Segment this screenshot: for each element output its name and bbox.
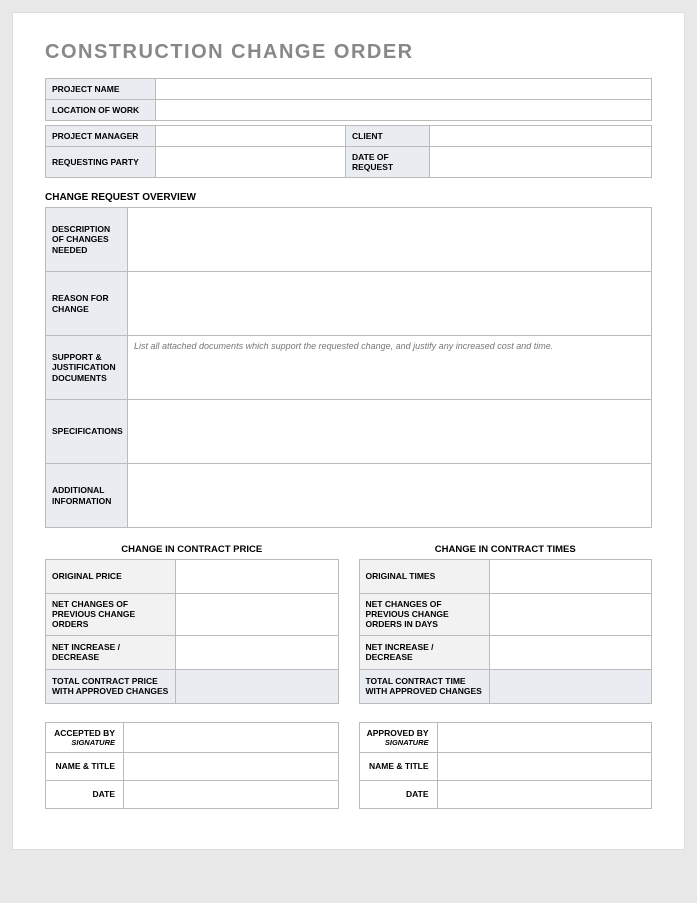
description-label: DESCRIPTION OF CHANGES NEEDED	[46, 208, 128, 272]
times-table: ORIGINAL TIMES NET CHANGES OF PREVIOUS C…	[359, 559, 653, 704]
approved-nametitle-field[interactable]	[437, 752, 652, 780]
location-field[interactable]	[156, 100, 652, 121]
accepted-by-field[interactable]	[124, 722, 339, 752]
price-title: CHANGE IN CONTRACT PRICE	[45, 544, 339, 555]
price-original-label: ORIGINAL PRICE	[46, 560, 176, 594]
times-netchanges-label: NET CHANGES OF PREVIOUS CHANGE ORDERS IN…	[359, 594, 489, 636]
accepted-signature-sub: SIGNATURE	[52, 738, 115, 747]
price-times-row: CHANGE IN CONTRACT PRICE ORIGINAL PRICE …	[45, 544, 652, 809]
accepted-by-label-text: ACCEPTED BY	[54, 728, 115, 738]
reason-label: REASON FOR CHANGE	[46, 272, 128, 336]
page-title: CONSTRUCTION CHANGE ORDER	[45, 41, 652, 64]
times-total-label: TOTAL CONTRACT TIME WITH APPROVED CHANGE…	[359, 669, 489, 703]
support-field[interactable]: List all attached documents which suppor…	[128, 336, 652, 400]
approved-signature-sub: SIGNATURE	[366, 738, 429, 747]
support-label: SUPPORT & JUSTIFICATION DOCUMENTS	[46, 336, 128, 400]
times-original-label: ORIGINAL TIMES	[359, 560, 489, 594]
project-name-field[interactable]	[156, 79, 652, 100]
requesting-party-field[interactable]	[156, 147, 346, 178]
approved-table: APPROVED BY SIGNATURE NAME & TITLE DATE	[359, 722, 653, 809]
project-manager-label: PROJECT MANAGER	[46, 126, 156, 147]
approved-by-field[interactable]	[437, 722, 652, 752]
times-netincdec-field[interactable]	[489, 635, 652, 669]
header-table: PROJECT NAME LOCATION OF WORK	[45, 78, 652, 121]
accepted-date-label: DATE	[46, 780, 124, 808]
accepted-table: ACCEPTED BY SIGNATURE NAME & TITLE DATE	[45, 722, 339, 809]
client-label: CLIENT	[346, 126, 430, 147]
times-netincdec-label: NET INCREASE / DECREASE	[359, 635, 489, 669]
client-field[interactable]	[430, 126, 652, 147]
accepted-by-label: ACCEPTED BY SIGNATURE	[46, 722, 124, 752]
price-original-field[interactable]	[176, 560, 339, 594]
accepted-nametitle-field[interactable]	[124, 752, 339, 780]
header-table-2: PROJECT MANAGER CLIENT REQUESTING PARTY …	[45, 125, 652, 178]
additional-field[interactable]	[128, 464, 652, 528]
support-hint: List all attached documents which suppor…	[134, 341, 553, 351]
price-netchanges-label: NET CHANGES OF PREVIOUS CHANGE ORDERS	[46, 594, 176, 636]
date-of-request-field[interactable]	[430, 147, 652, 178]
additional-label: ADDITIONAL INFORMATION	[46, 464, 128, 528]
approved-by-label: APPROVED BY SIGNATURE	[359, 722, 437, 752]
overview-table: DESCRIPTION OF CHANGES NEEDED REASON FOR…	[45, 207, 652, 528]
approved-date-field[interactable]	[437, 780, 652, 808]
times-column: CHANGE IN CONTRACT TIMES ORIGINAL TIMES …	[359, 544, 653, 809]
times-total-field[interactable]	[489, 669, 652, 703]
location-label: LOCATION OF WORK	[46, 100, 156, 121]
times-title: CHANGE IN CONTRACT TIMES	[359, 544, 653, 555]
specifications-label: SPECIFICATIONS	[46, 400, 128, 464]
accepted-date-field[interactable]	[124, 780, 339, 808]
reason-field[interactable]	[128, 272, 652, 336]
price-total-label: TOTAL CONTRACT PRICE WITH APPROVED CHANG…	[46, 669, 176, 703]
overview-section-title: CHANGE REQUEST OVERVIEW	[45, 192, 652, 203]
approved-by-label-text: APPROVED BY	[367, 728, 429, 738]
price-total-field[interactable]	[176, 669, 339, 703]
price-table: ORIGINAL PRICE NET CHANGES OF PREVIOUS C…	[45, 559, 339, 704]
project-name-label: PROJECT NAME	[46, 79, 156, 100]
requesting-party-label: REQUESTING PARTY	[46, 147, 156, 178]
project-manager-field[interactable]	[156, 126, 346, 147]
price-netincdec-field[interactable]	[176, 635, 339, 669]
price-netincdec-label: NET INCREASE / DECREASE	[46, 635, 176, 669]
form-page: CONSTRUCTION CHANGE ORDER PROJECT NAME L…	[12, 12, 685, 850]
date-of-request-label: DATE OF REQUEST	[346, 147, 430, 178]
description-field[interactable]	[128, 208, 652, 272]
times-netchanges-field[interactable]	[489, 594, 652, 636]
specifications-field[interactable]	[128, 400, 652, 464]
price-netchanges-field[interactable]	[176, 594, 339, 636]
approved-nametitle-label: NAME & TITLE	[359, 752, 437, 780]
times-original-field[interactable]	[489, 560, 652, 594]
accepted-nametitle-label: NAME & TITLE	[46, 752, 124, 780]
approved-date-label: DATE	[359, 780, 437, 808]
price-column: CHANGE IN CONTRACT PRICE ORIGINAL PRICE …	[45, 544, 339, 809]
